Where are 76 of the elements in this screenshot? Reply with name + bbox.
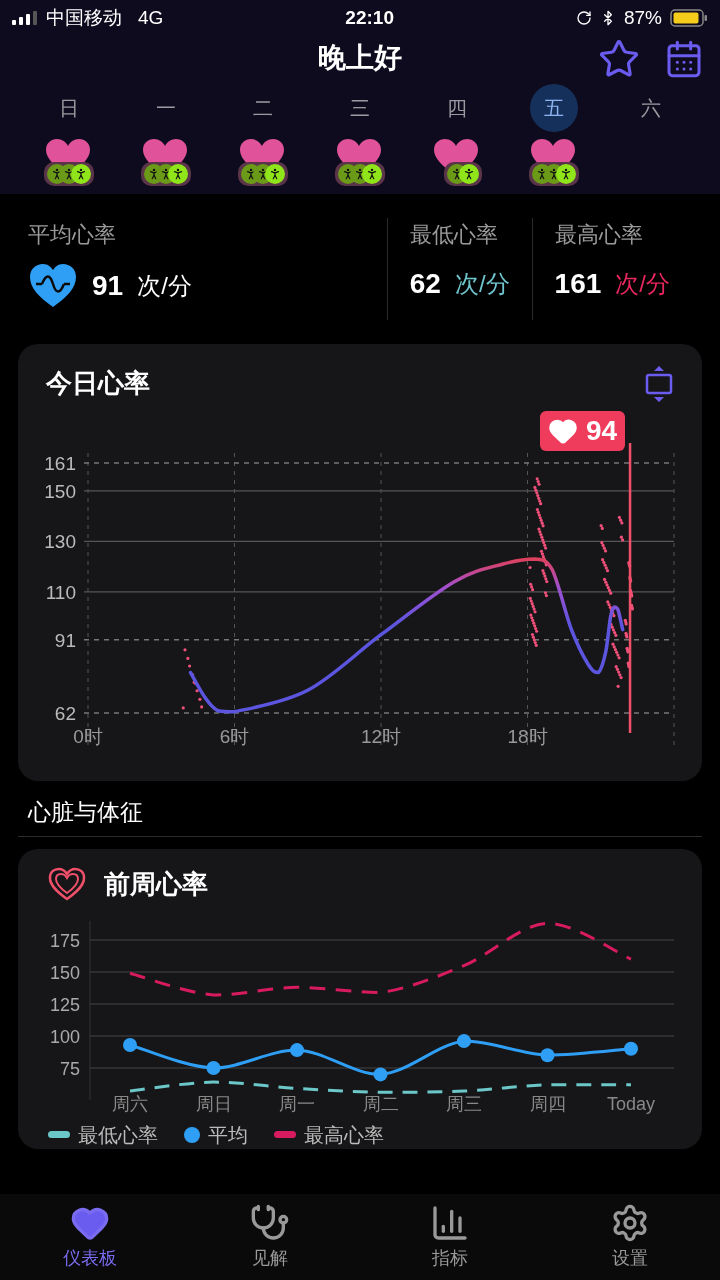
clock: 22:10 bbox=[345, 5, 394, 30]
y-axis-label: 175 bbox=[49, 930, 80, 951]
stat-unit: 次/分 bbox=[137, 271, 192, 301]
stat-value: 161 bbox=[554, 267, 602, 301]
point bbox=[457, 1033, 471, 1048]
x-axis-label: Today bbox=[607, 1093, 655, 1114]
y-axis-label: 125 bbox=[49, 994, 80, 1015]
x-axis-label: 周六 bbox=[112, 1093, 148, 1114]
card-title: 今日心率 bbox=[46, 367, 150, 400]
point bbox=[373, 1066, 388, 1081]
greeting-title: 晚上好 bbox=[318, 41, 402, 75]
point bbox=[540, 1047, 555, 1062]
weekday-tab[interactable]: 日 bbox=[44, 84, 93, 132]
weekday-tab[interactable]: 四 bbox=[433, 84, 482, 132]
weekday-tab[interactable]: 五 bbox=[530, 84, 579, 132]
heart-activity-icon[interactable] bbox=[43, 138, 94, 186]
y-axis-label: 110 bbox=[45, 581, 76, 603]
settings-icon bbox=[610, 1202, 650, 1243]
section-title: 心脏与体征 bbox=[28, 799, 143, 825]
stat-value: 91 bbox=[92, 269, 124, 303]
legend-label: 最低心率 bbox=[78, 1122, 158, 1148]
stat-unit: 次/分 bbox=[615, 269, 670, 299]
signal-icon bbox=[12, 11, 38, 25]
y-axis-label: 75 bbox=[59, 1058, 80, 1079]
stat-label: 最低心率 bbox=[409, 221, 499, 249]
x-axis-label: 0时 bbox=[73, 726, 103, 747]
heart-activity-icon[interactable] bbox=[140, 138, 191, 186]
heart-activity-icon[interactable] bbox=[432, 138, 483, 186]
weekday-tab[interactable]: 一 bbox=[141, 84, 190, 132]
point bbox=[206, 1060, 221, 1075]
weekday-tab[interactable]: 三 bbox=[336, 84, 384, 132]
point bbox=[624, 1041, 638, 1056]
x-axis-label: 周一 bbox=[279, 1093, 315, 1114]
y-axis-label: 100 bbox=[49, 1026, 80, 1047]
stat-value: 62 bbox=[409, 267, 441, 301]
heart-activity-icon[interactable] bbox=[335, 138, 385, 186]
battery-percent: 87% bbox=[623, 5, 662, 30]
heart-wave-icon bbox=[28, 263, 78, 309]
stat-label: 最高心率 bbox=[554, 221, 644, 249]
x-axis-label: 周日 bbox=[195, 1093, 232, 1114]
stethoscope-icon bbox=[250, 1202, 290, 1243]
heart-activity-icon[interactable] bbox=[529, 138, 580, 186]
resize-icon[interactable] bbox=[644, 365, 674, 402]
carrier-name: 中国移动 bbox=[46, 5, 122, 30]
network-type: 4G bbox=[138, 5, 164, 30]
weekday-tab[interactable]: 六 bbox=[627, 84, 676, 132]
x-axis-label: 18时 bbox=[507, 726, 548, 747]
tab-button[interactable]: 见解 bbox=[180, 1194, 360, 1280]
point bbox=[290, 1042, 304, 1057]
stat-unit: 次/分 bbox=[454, 269, 510, 299]
y-axis-label: 91 bbox=[54, 629, 76, 651]
x-axis-label: 6时 bbox=[219, 726, 250, 747]
value-tooltip: 94 bbox=[540, 411, 626, 451]
rotation-lock-icon bbox=[575, 10, 592, 26]
heart-activity-icon[interactable] bbox=[237, 138, 288, 186]
point bbox=[123, 1037, 137, 1052]
battery-icon bbox=[670, 9, 708, 27]
legend-label: 最高心率 bbox=[304, 1122, 384, 1148]
x-axis-label: 周三 bbox=[446, 1093, 482, 1114]
x-axis-label: 周四 bbox=[529, 1093, 566, 1114]
y-axis-label: 130 bbox=[44, 531, 76, 553]
y-axis-label: 62 bbox=[54, 703, 76, 724]
tab-button[interactable]: 设置 bbox=[540, 1194, 720, 1280]
card-title: 前周心率 bbox=[104, 867, 208, 901]
tab-button[interactable]: 指标 bbox=[360, 1194, 540, 1280]
y-axis-label: 150 bbox=[49, 962, 80, 983]
heart-outline-icon bbox=[48, 867, 86, 901]
stat-label: 平均心率 bbox=[28, 221, 117, 249]
cursor-line[interactable] bbox=[628, 443, 632, 733]
y-axis-label: 161 bbox=[44, 453, 76, 474]
legend-label: 平均 bbox=[208, 1122, 248, 1148]
x-axis-label: 周二 bbox=[362, 1093, 399, 1114]
x-axis-label: 12时 bbox=[360, 726, 402, 747]
tab-button[interactable]: 仪表板 bbox=[0, 1194, 180, 1280]
y-axis-label: 150 bbox=[44, 480, 76, 502]
weekday-tab[interactable]: 二 bbox=[238, 84, 287, 132]
